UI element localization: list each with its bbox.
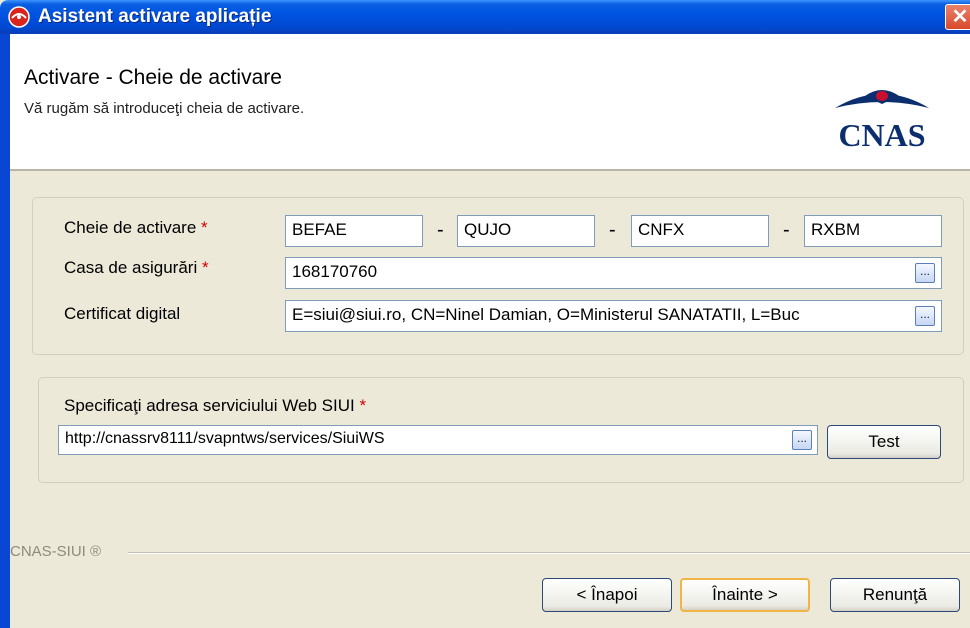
window-border-left	[0, 34, 10, 628]
webservice-browse-button[interactable]: ...	[792, 430, 812, 450]
close-icon: ✕	[951, 6, 969, 28]
title-bar: Asistent activare aplicație ✕	[0, 0, 970, 34]
webservice-label: Specificaţi adresa serviciului Web SIUI …	[64, 396, 367, 415]
key-part-2-input[interactable]: QUJO	[457, 215, 595, 247]
logo-text: CNAS	[838, 117, 925, 152]
key-separator: -	[437, 219, 444, 241]
required-mark: *	[201, 218, 208, 237]
webservice-url-input[interactable]: http://cnassrv8111/svapntws/services/Siu…	[58, 425, 818, 455]
activation-key-label: Cheie de activare *	[64, 218, 208, 237]
page-title: Activare - Cheie de activare	[24, 66, 282, 89]
certificate-label: Certificat digital	[64, 304, 181, 323]
cnas-logo: CNAS	[835, 90, 929, 152]
test-button[interactable]: Test	[827, 425, 941, 459]
certificate-browse-button[interactable]: ...	[915, 306, 935, 326]
key-part-4-input[interactable]: RXBM	[804, 215, 942, 247]
required-mark: *	[201, 258, 209, 277]
back-button[interactable]: < Înapoi	[542, 578, 672, 612]
key-separator: -	[783, 219, 790, 241]
key-part-1-input[interactable]: BEFAE	[285, 215, 423, 247]
key-part-3-input[interactable]: CNFX	[631, 215, 769, 247]
certificate-input[interactable]: E=siui@siui.ro, CN=Ninel Damian, O=Minis…	[285, 300, 942, 332]
casa-label: Casa de asigurări *	[64, 258, 209, 277]
page-subtitle: Vă rugăm să introduceţi cheia de activar…	[24, 100, 305, 117]
app-icon	[8, 6, 30, 28]
casa-browse-button[interactable]: ...	[915, 263, 935, 283]
required-mark: *	[359, 396, 367, 415]
casa-input[interactable]: 168170760	[285, 257, 942, 289]
key-separator: -	[609, 219, 616, 241]
footer-divider	[128, 552, 970, 554]
window-title: Asistent activare aplicație	[38, 6, 272, 27]
close-button[interactable]: ✕	[945, 4, 970, 30]
wizard-header: Activare - Cheie de activare Vă rugăm să…	[10, 34, 970, 171]
cancel-button[interactable]: Renunţă	[830, 578, 960, 612]
footer-brand: CNAS-SIUI ®	[10, 543, 102, 560]
next-button[interactable]: Înainte >	[680, 578, 810, 612]
